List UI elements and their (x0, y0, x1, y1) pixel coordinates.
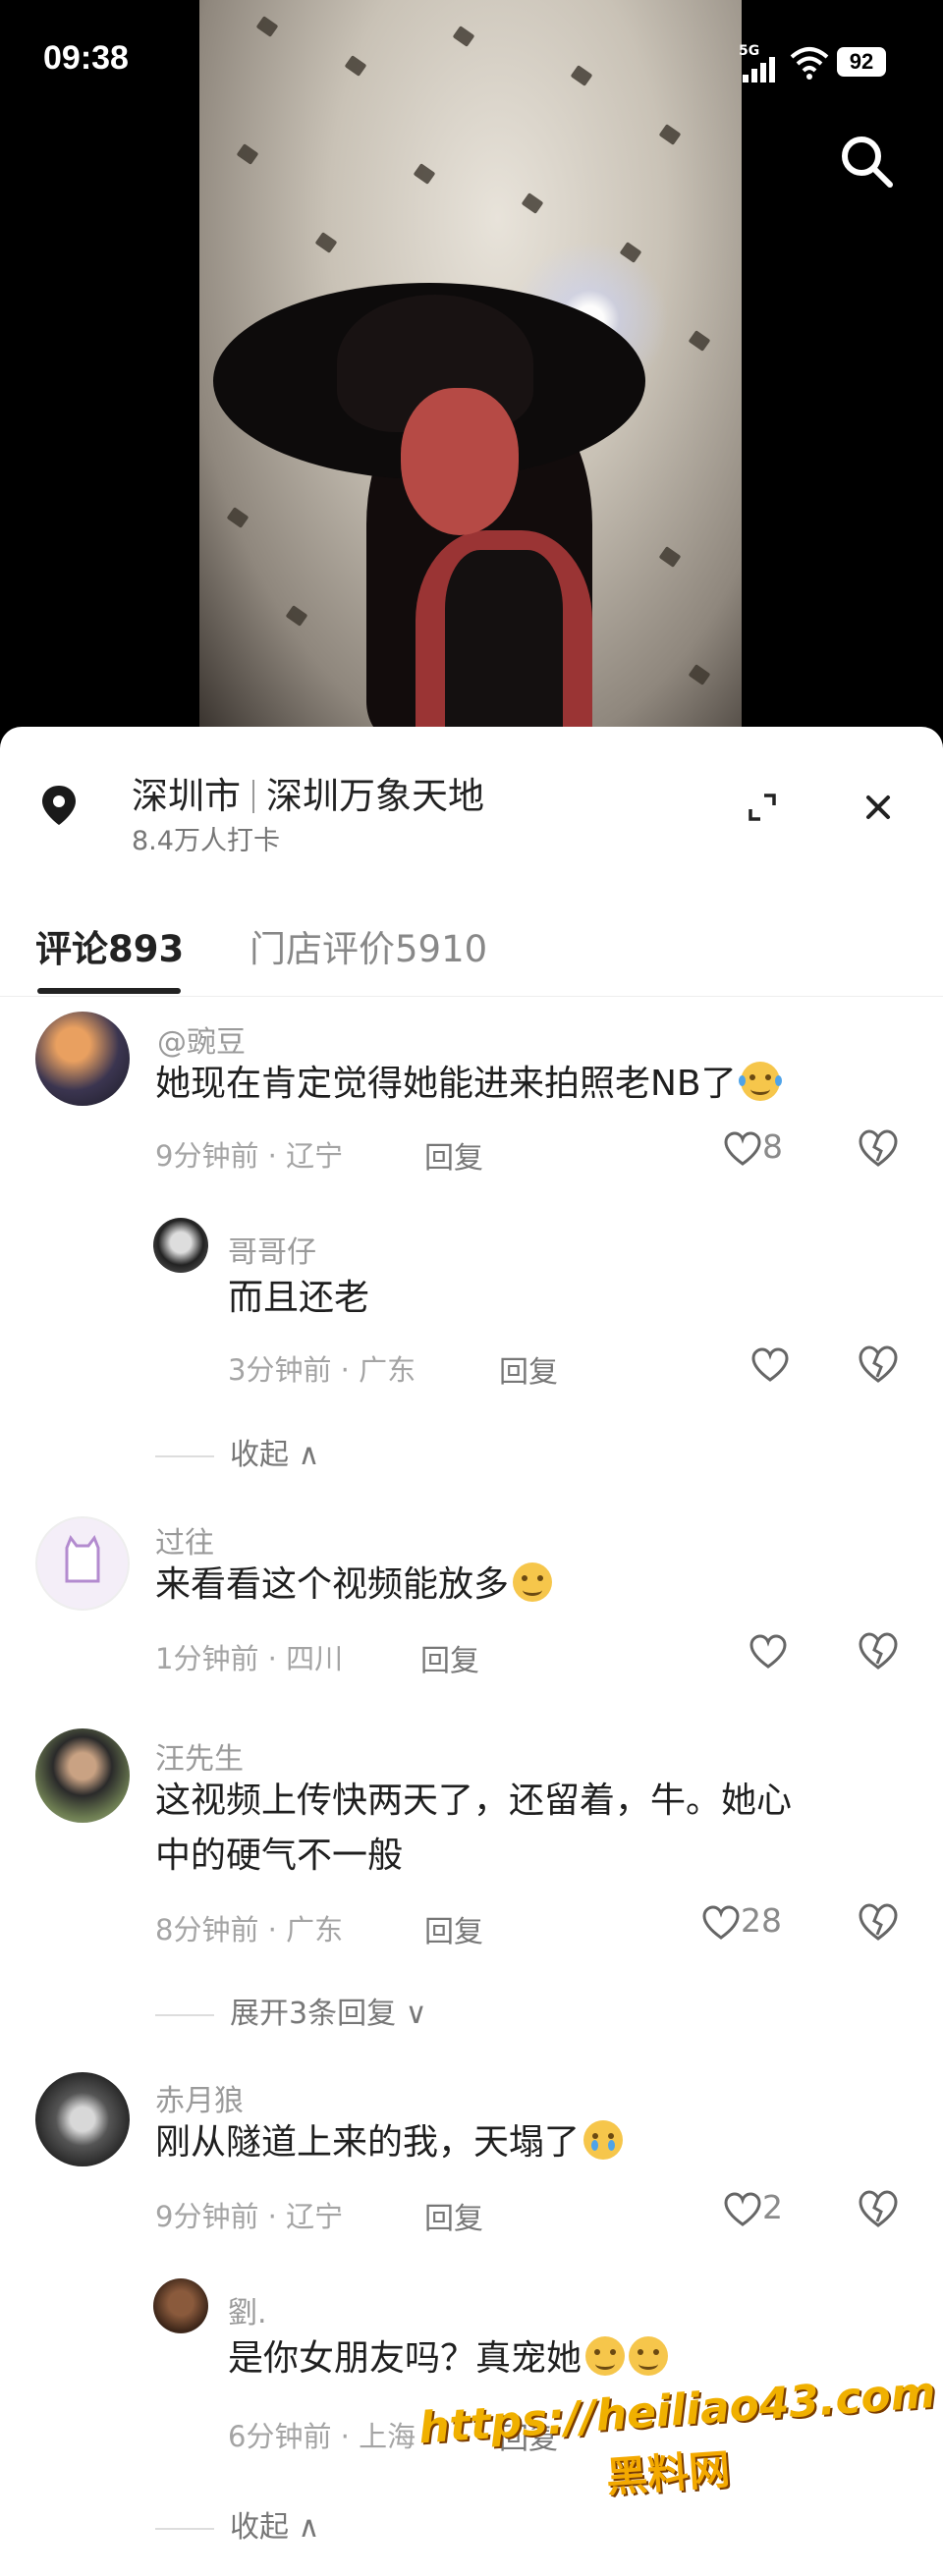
location-city: 深圳市 (132, 775, 241, 817)
search-icon[interactable] (837, 132, 896, 191)
like-button[interactable] (749, 1630, 788, 1673)
dislike-heart-icon[interactable] (857, 1127, 900, 1171)
battery-indicator: 92 (837, 47, 886, 77)
video-area[interactable]: 09:38 5G 92 (0, 0, 943, 727)
dislike-heart-icon[interactable] (857, 1343, 900, 1387)
reply-button[interactable]: 回复 (499, 1347, 558, 1391)
status-bar: 09:38 5G 92 (0, 0, 943, 118)
comment-username[interactable]: 哥哥仔 (228, 1228, 316, 1271)
avatar[interactable] (35, 2072, 130, 2166)
reply-button[interactable]: 回复 (420, 1636, 479, 1679)
active-tab-indicator (37, 988, 181, 994)
expand-replies[interactable]: 展开3条回复 ∨ (155, 1989, 427, 2032)
grin-emoji-icon (585, 2336, 626, 2376)
avatar[interactable] (35, 1728, 130, 1823)
heart-icon (749, 1633, 787, 1669)
heart-icon (751, 1346, 789, 1382)
comment-text: 来看看这个视频能放多 (155, 1558, 882, 1613)
comment-meta: 1分钟前 · 四川 (155, 1642, 344, 1675)
heart-icon (702, 1904, 740, 1940)
collapse-replies[interactable]: 收起 ∧ (155, 2502, 320, 2546)
status-time: 09:38 (43, 39, 129, 77)
comment-text: 这视频上传快两天了，还留着，牛。她心 中的硬气不一般 (155, 1781, 793, 1876)
location-place: 深圳万象天地 (266, 775, 484, 817)
crying-emoji-icon (583, 2120, 624, 2160)
close-icon[interactable] (857, 786, 900, 829)
reply-button[interactable]: 回复 (424, 1907, 483, 1950)
comment-text: 刚从隧道上来的我，天塌了 (155, 2115, 882, 2170)
chevron-down-icon: ∨ (405, 1997, 427, 2031)
comment-text: 而且还老 (228, 1278, 370, 1318)
comment-item: 汪先生 这视频上传快两天了，还留着，牛。她心 中的硬气不一般 8分钟前 · 广东… (0, 1728, 943, 1954)
grin-emoji-icon (629, 2336, 669, 2376)
chevron-up-icon: ∧ (298, 2510, 320, 2545)
reply-item: 哥哥仔 而且还老 3分钟前 · 广东 回复 (0, 1218, 943, 1390)
collapse-replies[interactable]: 收起 ∧ (155, 1430, 320, 1473)
comment-item: 赤月狼 刚从隧道上来的我，天塌了 9分钟前 · 辽宁 回复 2 (0, 2072, 943, 2249)
comment-item: @豌豆 她现在肯定觉得她能进来拍照老NB了 9分钟前 · 辽宁 回复 8 (0, 1012, 943, 1188)
comment-meta: 9分钟前 · 辽宁 (155, 1139, 344, 1173)
like-button[interactable] (750, 1343, 790, 1387)
like-button[interactable]: 28 (701, 1901, 782, 1945)
comment-username[interactable]: 汪先生 (155, 1734, 244, 1778)
like-button[interactable]: 2 (723, 2188, 783, 2231)
comment-username[interactable]: 劉. (228, 2288, 267, 2331)
location-pin-icon (42, 786, 76, 825)
laugh-cry-emoji-icon (738, 1062, 782, 1101)
avatar[interactable] (35, 1516, 130, 1611)
comment-meta: 8分钟前 · 广东 (155, 1913, 344, 1946)
avatar[interactable] (35, 1012, 130, 1106)
like-count: 28 (741, 1901, 782, 1940)
cat-avatar-icon (65, 1534, 100, 1583)
like-count: 8 (762, 1127, 783, 1166)
tab-store-reviews[interactable]: 门店评价5910 (250, 919, 487, 972)
avatar[interactable] (153, 2278, 208, 2333)
heart-icon (724, 2191, 761, 2226)
heart-icon (724, 1130, 761, 1166)
comment-panel: 深圳市 深圳万象天地 8.4万人打卡 评论893 门店评价5910 @豌豆 她现在… (0, 727, 943, 2576)
wifi-icon (790, 47, 829, 80)
reply-button[interactable]: 回复 (424, 2194, 483, 2237)
like-count: 2 (762, 2188, 783, 2226)
reply-button[interactable]: 回复 (424, 1133, 483, 1177)
comment-text: 她现在肯定觉得她能进来拍照老NB了 (155, 1057, 882, 1112)
dislike-heart-icon[interactable] (857, 1630, 900, 1673)
expand-icon[interactable] (743, 788, 782, 827)
tab-comments[interactable]: 评论893 (35, 919, 184, 972)
checkin-count: 8.4万人打卡 (132, 826, 280, 856)
comment-username[interactable]: @豌豆 (157, 1017, 246, 1061)
comment-item: 过往 来看看这个视频能放多 1分钟前 · 四川 回复 (0, 1512, 943, 1689)
comment-username[interactable]: 赤月狼 (155, 2076, 244, 2119)
chevron-up-icon: ∧ (298, 1438, 320, 1472)
comment-meta: 6分钟前 · 上海 (228, 2420, 416, 2453)
comment-username[interactable]: 过往 (155, 1518, 214, 1562)
location-header[interactable]: 深圳市 深圳万象天地 8.4万人打卡 (0, 727, 943, 864)
comment-meta: 3分钟前 · 广东 (228, 1353, 416, 1387)
location-title: 深圳市 深圳万象天地 (132, 766, 484, 819)
like-button[interactable]: 8 (723, 1127, 783, 1171)
dislike-heart-icon[interactable] (857, 2188, 900, 2231)
dislike-heart-icon[interactable] (857, 1901, 900, 1945)
comment-meta: 9分钟前 · 辽宁 (155, 2200, 344, 2233)
avatar[interactable] (153, 1218, 208, 1273)
signal-icon (743, 57, 778, 82)
smile-emoji-icon (513, 1562, 553, 1602)
tab-bar: 评论893 门店评价5910 (0, 894, 943, 997)
